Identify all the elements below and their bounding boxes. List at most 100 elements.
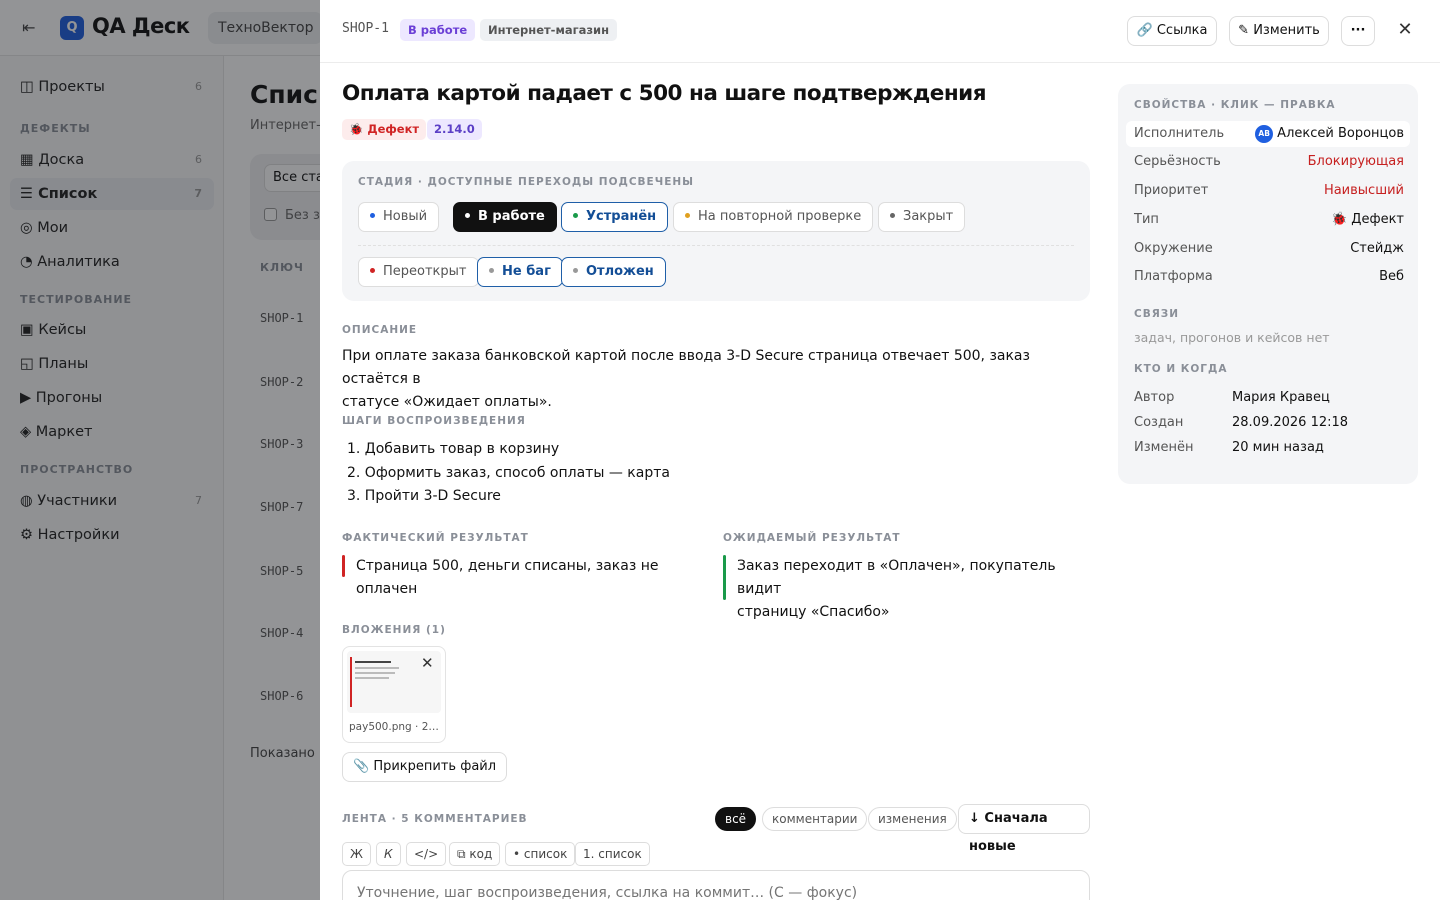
property-key: Серьёзность — [1134, 154, 1221, 169]
attach-file-button[interactable]: 📎 Прикрепить файл — [342, 752, 508, 782]
thumbnail-line — [355, 661, 391, 663]
stage-label-text: Закрыт — [903, 209, 954, 224]
property-priority[interactable]: Приоритет Наивысший — [1126, 178, 1410, 204]
stage-divider — [358, 245, 1074, 246]
steps-label: ШАГИ ВОСПРОИЗВЕДЕНИЯ — [342, 415, 526, 427]
property-value: Блокирующая — [1307, 154, 1404, 169]
expected-result-bar — [723, 555, 726, 600]
stage-button-in-progress[interactable]: В работе — [453, 202, 557, 232]
author-key: Автор — [1134, 390, 1175, 405]
description-line: При оплате заказа банковской картой посл… — [342, 348, 1030, 387]
description-line: статусе «Ожидает оплаты». — [342, 394, 552, 410]
issue-title: Оплата картой падает с 500 на шаге подтв… — [342, 81, 987, 106]
bullet-list-button[interactable]: • список — [505, 842, 576, 866]
code-block-button[interactable]: ⧉ код — [449, 842, 501, 866]
property-key: Исполнитель — [1134, 126, 1225, 141]
property-value: Наивысший — [1323, 183, 1404, 198]
stage-button-new[interactable]: Новый — [358, 202, 440, 232]
attachment-card[interactable]: ✕ pay500.png · 24 КБ — [342, 646, 446, 743]
properties-label: СВОЙСТВА · КЛИК — ПРАВКА — [1134, 99, 1336, 111]
numbered-list-button[interactable]: 1. список — [575, 842, 650, 866]
stage-button-retest[interactable]: На повторной проверке — [673, 202, 874, 232]
thumbnail-line — [355, 667, 399, 669]
expected-line: страницу «Спасибо» — [737, 604, 890, 620]
stage-label-text: На повторной проверке — [698, 209, 862, 224]
stage-label-text: Устранён — [586, 209, 657, 224]
feed-label: ЛЕНТА · 5 КОММЕНТАРИЕВ — [342, 813, 528, 825]
thumbnail-line — [355, 677, 389, 679]
edit-button[interactable]: ✎ Изменить — [1229, 16, 1329, 46]
status-dot-icon — [465, 213, 470, 218]
attachment-name: pay500.png · 24 КБ — [349, 721, 443, 733]
description-text: При оплате заказа банковской картой посл… — [342, 345, 1090, 414]
modified-key: Изменён — [1134, 440, 1194, 455]
stage-label-text: В работе — [478, 209, 545, 224]
who-when-label: КТО И КОГДА — [1134, 363, 1228, 375]
stage-label-text: Новый — [383, 209, 428, 224]
expected-line: Заказ переходит в «Оплачен», покупатель … — [737, 558, 1056, 597]
feed-filter-changes[interactable]: изменения — [868, 807, 957, 831]
stage-label-text: Переоткрыт — [383, 264, 467, 279]
more-options-button[interactable]: ··· — [1341, 16, 1375, 46]
type-tag: 🐞 Дефект — [342, 119, 427, 140]
stage-button-closed[interactable]: Закрыт — [878, 202, 966, 232]
stage-button-reopened[interactable]: Переоткрыт — [358, 257, 479, 287]
property-severity[interactable]: Серьёзность Блокирующая — [1126, 149, 1410, 175]
stage-button-deferred[interactable]: Отложен — [561, 257, 666, 287]
stage-label-text: Не баг — [502, 264, 551, 279]
drawer-header: SHOP-1 В работе Интернет-магазин 🔗 Ссылк… — [320, 0, 1440, 63]
property-assignee[interactable]: Исполнитель АВ Алексей Воронцов — [1126, 121, 1410, 147]
status-dot-icon — [685, 213, 690, 218]
expected-result-label: ОЖИДАЕМЫЙ РЕЗУЛЬТАТ — [723, 532, 901, 544]
version-tag: 2.14.0 — [427, 119, 482, 140]
property-platform[interactable]: Платформа Веб — [1126, 264, 1410, 290]
bold-button[interactable]: Ж — [342, 842, 371, 866]
thumbnail-line — [355, 672, 395, 674]
status-badge: В работе — [400, 19, 476, 41]
actual-result-bar — [342, 555, 345, 577]
properties-panel: СВОЙСТВА · КЛИК — ПРАВКА Исполнитель АВ А… — [1118, 84, 1418, 484]
inline-code-button[interactable]: </> — [406, 842, 447, 866]
assignee-name: Алексей Воронцов — [1277, 126, 1404, 141]
property-value: АВ Алексей Воронцов — [1255, 121, 1404, 147]
remove-attachment-icon[interactable]: ✕ — [421, 654, 434, 672]
property-value: Веб — [1379, 269, 1404, 284]
author-value: Мария Кравец — [1232, 390, 1330, 405]
feed-filter-comments[interactable]: комментарии — [762, 807, 868, 831]
property-key: Окружение — [1134, 241, 1213, 256]
stage-button-fixed[interactable]: Устранён — [561, 202, 669, 232]
links-label: СВЯЗИ — [1134, 308, 1180, 320]
copy-link-button[interactable]: 🔗 Ссылка — [1127, 16, 1217, 46]
close-icon[interactable]: ✕ — [1393, 18, 1417, 42]
links-empty-text: задач, прогонов и кейсов нет — [1134, 330, 1330, 345]
status-dot-icon — [573, 213, 578, 218]
actual-result: Страница 500, деньги списаны, заказ не о… — [342, 555, 712, 601]
stage-label-text: Отложен — [586, 264, 654, 279]
property-type[interactable]: Тип 🐞 Дефект — [1126, 207, 1410, 233]
stage-label: СТАДИЯ · ДОСТУПНЫЕ ПЕРЕХОДЫ ПОДСВЕЧЕНЫ — [358, 176, 695, 188]
created-key: Создан — [1134, 415, 1184, 430]
created-value: 28.09.2026 12:18 — [1232, 415, 1349, 430]
defect-drawer: SHOP-1 В работе Интернет-магазин 🔗 Ссылк… — [320, 0, 1440, 900]
italic-button[interactable]: К — [376, 842, 401, 866]
stage-button-not-bug[interactable]: Не баг — [477, 257, 563, 287]
stage-panel: СТАДИЯ · ДОСТУПНЫЕ ПЕРЕХОДЫ ПОДСВЕЧЕНЫ Н… — [342, 161, 1090, 301]
status-dot-icon — [573, 268, 578, 273]
property-key: Платформа — [1134, 269, 1213, 284]
list-item: 3. Пройти 3-D Secure — [347, 488, 501, 504]
feed-filter-all[interactable]: всё — [715, 807, 757, 831]
comment-input[interactable] — [342, 870, 1090, 900]
property-key: Тип — [1134, 212, 1159, 227]
status-dot-icon — [890, 213, 895, 218]
property-environment[interactable]: Окружение Стейдж — [1126, 236, 1410, 262]
expected-result: Заказ переходит в «Оплачен», покупатель … — [723, 555, 1090, 620]
status-dot-icon — [370, 268, 375, 273]
actual-result-text: Страница 500, деньги списаны, заказ не о… — [356, 558, 659, 597]
description-label: ОПИСАНИЕ — [342, 324, 418, 336]
project-badge: Интернет-магазин — [480, 19, 618, 41]
list-item: 2. Оформить заказ, способ оплаты — карта — [347, 464, 670, 481]
attachments-label: ВЛОЖЕНИЯ (1) — [342, 624, 446, 636]
thumbnail-accent — [350, 657, 352, 707]
sort-newest-button[interactable]: ↓ Сначала новые — [958, 804, 1090, 854]
issue-key: SHOP-1 — [342, 21, 389, 36]
